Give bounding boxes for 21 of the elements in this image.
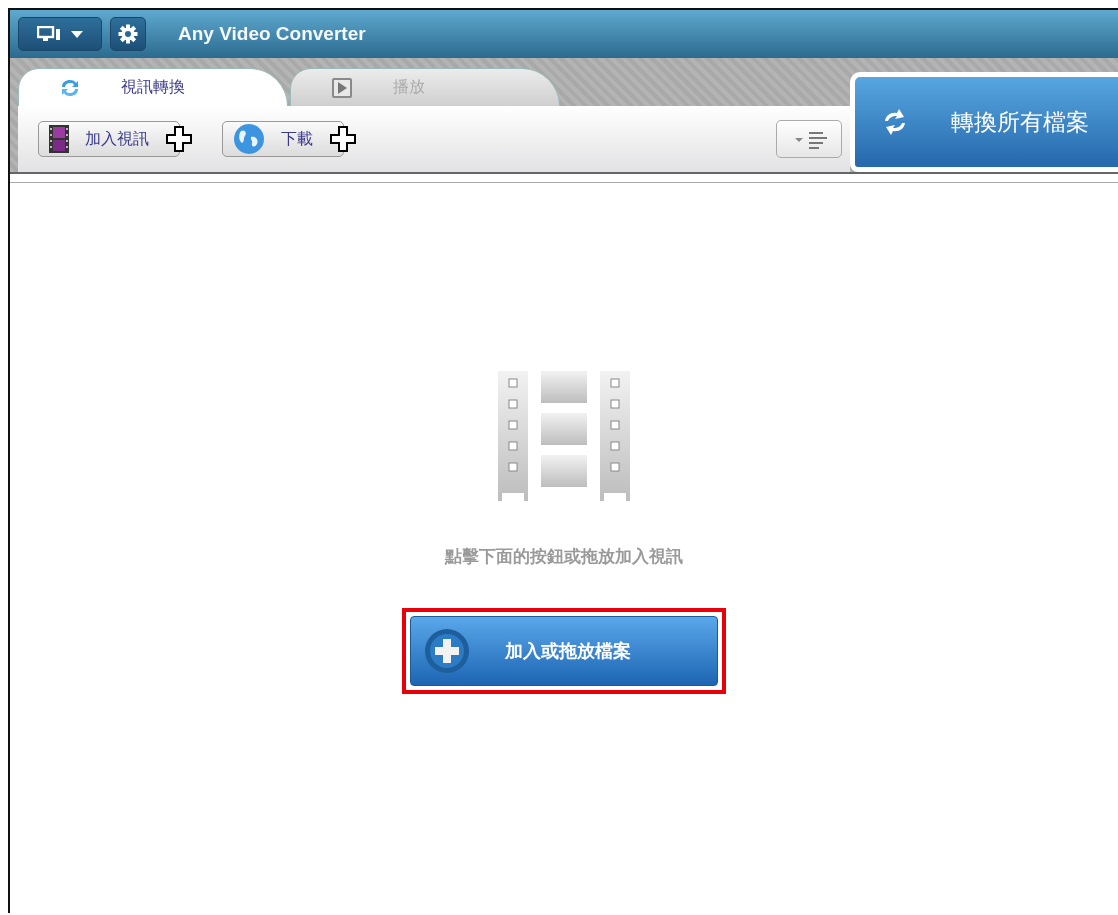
device-menu-button[interactable] xyxy=(18,17,102,51)
add-files-button[interactable]: 加入或拖放檔案 xyxy=(410,616,718,686)
empty-hint: 點擊下面的按鈕或拖放加入視訊 xyxy=(445,545,683,568)
list-menu-button[interactable] xyxy=(776,120,842,158)
add-video-button[interactable]: 加入視訊 xyxy=(38,121,180,157)
play-icon xyxy=(331,76,353,99)
convert-all-button[interactable]: 轉換所有檔案 xyxy=(850,72,1118,172)
monitor-icon xyxy=(37,26,61,42)
caret-icon xyxy=(71,30,83,38)
settings-icon xyxy=(118,24,138,44)
film-strip-icon xyxy=(498,371,630,501)
move-cursor-icon xyxy=(166,126,192,152)
refresh-icon xyxy=(59,77,81,98)
tab[interactable]: 視訊轉換 xyxy=(18,68,288,106)
film-icon xyxy=(49,125,69,153)
settings-button[interactable] xyxy=(110,17,146,51)
move-cursor-icon xyxy=(330,126,356,152)
globe-icon xyxy=(233,123,265,155)
window-title: Any Video Converter xyxy=(178,23,366,45)
download-button[interactable]: 下載 xyxy=(222,121,344,157)
plus-icon xyxy=(423,627,471,675)
